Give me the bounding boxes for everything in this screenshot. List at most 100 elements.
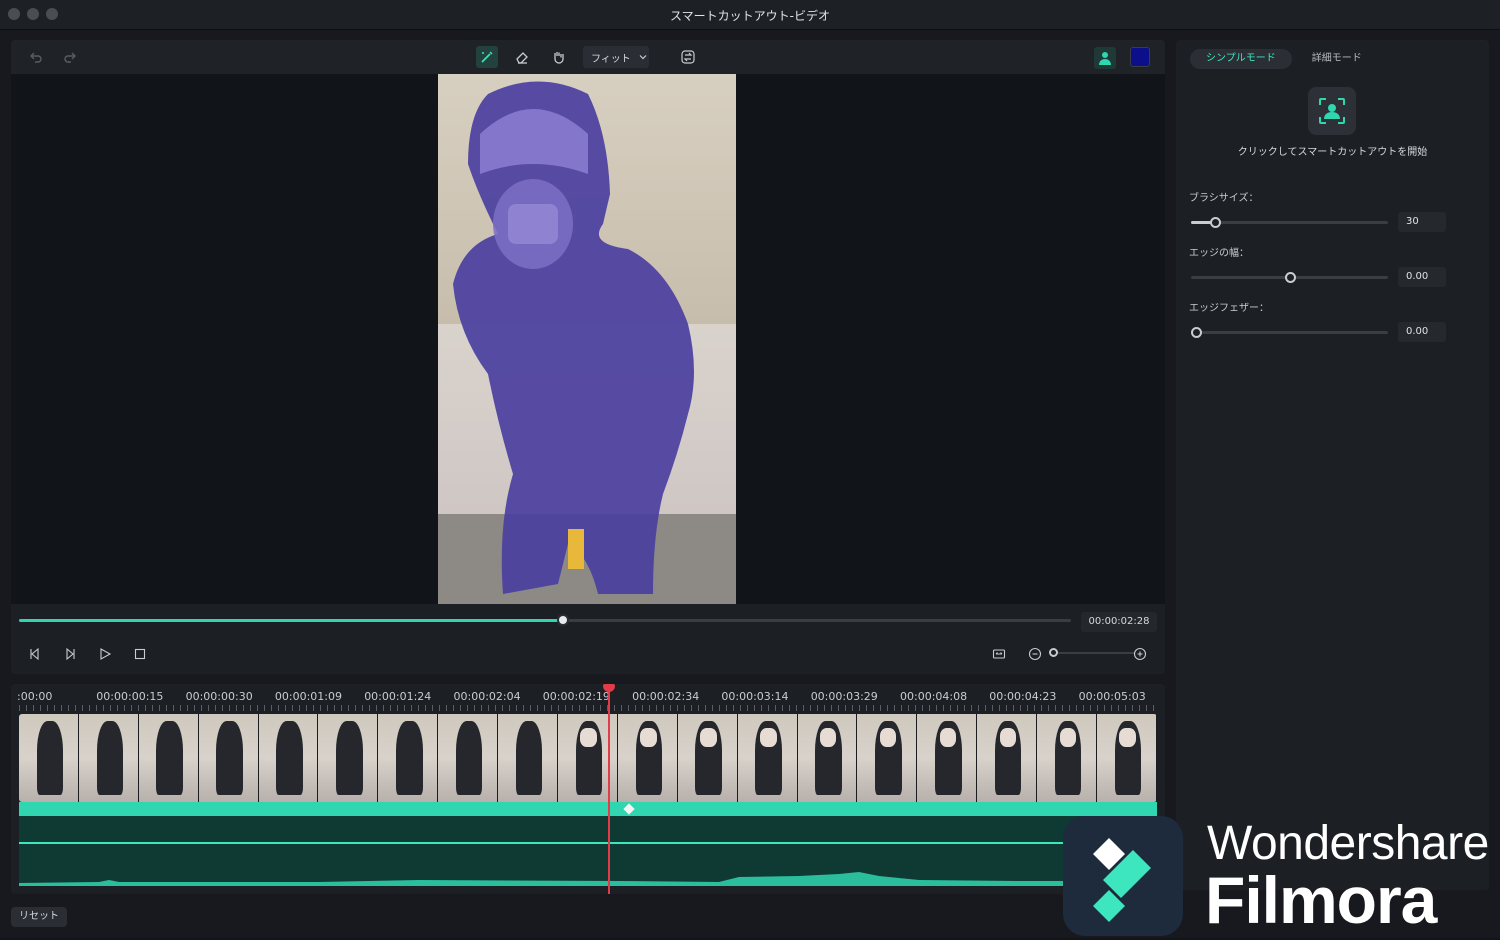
prev-frame-icon bbox=[30, 647, 39, 661]
swap-icon[interactable] bbox=[677, 46, 699, 68]
brush-size-slider[interactable] bbox=[1191, 217, 1388, 228]
edge-width-label: エッジの幅： bbox=[1189, 248, 1249, 259]
edge-width-slider[interactable] bbox=[1191, 272, 1388, 283]
clip-thumbnail bbox=[258, 714, 319, 802]
brush-icon[interactable] bbox=[476, 46, 498, 68]
clip-thumbnail bbox=[318, 714, 379, 802]
next-frame-icon bbox=[66, 647, 75, 661]
ruler-label: 00:00:03:29 bbox=[810, 690, 878, 703]
clip-thumbnail bbox=[198, 714, 259, 802]
clip-thumbnail bbox=[19, 714, 79, 802]
clip-thumbnail bbox=[438, 714, 499, 802]
clip-thumbnail bbox=[1097, 714, 1157, 802]
ruler-label: 00:00:01:09 bbox=[274, 690, 342, 703]
preview-canvas[interactable] bbox=[11, 74, 1165, 604]
mode-tabs: シンプルモード 詳細モード bbox=[1190, 49, 1378, 69]
filmora-watermark: Wondershare Filmora bbox=[1063, 816, 1500, 938]
chevron-down-icon bbox=[639, 55, 647, 60]
ruler-ticks bbox=[19, 705, 1157, 711]
mask-color-swatch[interactable] bbox=[1130, 47, 1150, 67]
preview-toolbar: フィット bbox=[11, 40, 1165, 74]
ruler-label: 00:00:00:30 bbox=[185, 690, 253, 703]
next-frame-button[interactable] bbox=[60, 644, 80, 664]
zoom-out-icon bbox=[1028, 647, 1042, 661]
timeline-ruler[interactable]: :00:00 00:00:00:15 00:00:00:30 00:00:01:09 0… bbox=[17, 688, 1157, 712]
ruler-label: 00:00:02:04 bbox=[453, 690, 521, 703]
clip-thumbnail bbox=[677, 714, 738, 802]
fit-timeline-icon bbox=[992, 649, 1006, 659]
brush-size-handle[interactable] bbox=[1210, 217, 1221, 228]
window-title: スマートカットアウト-ビデオ bbox=[670, 9, 830, 23]
zoom-slider-handle[interactable] bbox=[1049, 648, 1058, 657]
tab-advanced-mode[interactable]: 詳細モード bbox=[1296, 49, 1378, 69]
fit-label: フィット bbox=[591, 53, 631, 65]
clip-thumbnail bbox=[78, 714, 139, 802]
settings-panel: シンプルモード 詳細モード クリックしてスマートカットアウトを開始 ブラシサイズ… bbox=[1176, 40, 1489, 890]
volume-line[interactable] bbox=[19, 842, 1157, 844]
stop-icon bbox=[134, 648, 146, 660]
reset-button[interactable]: リセット bbox=[11, 907, 67, 927]
playback-scrubber[interactable] bbox=[19, 614, 1071, 626]
stop-button[interactable] bbox=[130, 644, 150, 664]
current-timecode: 00:00:02:28 bbox=[1081, 612, 1157, 632]
app-window: スマートカットアウト-ビデオ フィット 00:00:02:28:00:00 0… bbox=[0, 0, 1500, 938]
video-clip[interactable] bbox=[19, 714, 1157, 802]
smart-cutout-label: クリックしてスマートカットアウトを開始 bbox=[1237, 147, 1428, 158]
filmora-logo-icon bbox=[1063, 816, 1183, 936]
zoom-in-icon bbox=[1133, 647, 1147, 661]
clip-thumbnail bbox=[498, 714, 559, 802]
fit-timeline-button[interactable] bbox=[989, 644, 1009, 664]
clip-thumbnail bbox=[977, 714, 1038, 802]
audio-track[interactable] bbox=[19, 816, 1157, 886]
clip-thumbnail bbox=[1037, 714, 1098, 802]
edge-width-fill bbox=[1191, 276, 1290, 279]
edge-feather-slider[interactable] bbox=[1191, 327, 1388, 338]
brush-size-label: ブラシサイズ： bbox=[1189, 193, 1259, 204]
play-icon bbox=[100, 648, 112, 660]
edge-feather-value[interactable]: 0.00 bbox=[1398, 322, 1446, 342]
hand-icon[interactable] bbox=[547, 46, 569, 68]
scrubber-handle[interactable] bbox=[557, 614, 569, 626]
audio-waveform bbox=[19, 872, 1157, 886]
playhead[interactable] bbox=[608, 684, 610, 894]
zoom-slider[interactable] bbox=[1053, 652, 1135, 654]
redo-icon[interactable] bbox=[59, 46, 81, 68]
ruler-label: 00:00:04:08 bbox=[900, 690, 968, 703]
eraser-icon[interactable] bbox=[511, 46, 533, 68]
edge-width-value[interactable]: 0.00 bbox=[1398, 267, 1446, 287]
ruler-label: 00:00:03:14 bbox=[721, 690, 789, 703]
timeline-panel[interactable]: :00:00 00:00:00:15 00:00:00:30 00:00:01:09 0… bbox=[11, 684, 1165, 894]
edge-width-handle[interactable] bbox=[1285, 272, 1296, 283]
ruler-label: 00:00:05:03 bbox=[1078, 690, 1146, 703]
ruler-label: 00:00:02:34 bbox=[632, 690, 700, 703]
title-bar: スマートカットアウト-ビデオ bbox=[0, 0, 1500, 30]
clip-thumbnail bbox=[617, 714, 678, 802]
smart-cutout-icon bbox=[1319, 98, 1345, 124]
zoom-out-button[interactable] bbox=[1025, 644, 1045, 664]
edge-feather-handle[interactable] bbox=[1191, 327, 1202, 338]
ruler-label: :00:00 bbox=[17, 690, 53, 703]
ruler-label: 00:00:01:24 bbox=[364, 690, 432, 703]
mask-track[interactable] bbox=[19, 802, 1157, 816]
clip-thumbnail bbox=[857, 714, 918, 802]
clip-thumbnail bbox=[138, 714, 199, 802]
brush-size-value[interactable]: 30 bbox=[1398, 212, 1446, 232]
smart-cutout-button[interactable] bbox=[1308, 87, 1356, 135]
clip-thumbnail bbox=[797, 714, 858, 802]
video-frame bbox=[438, 74, 736, 604]
clip-thumbnail bbox=[917, 714, 978, 802]
brand-wordmark-bottom: Filmora bbox=[1205, 863, 1437, 937]
edge-feather-label: エッジフェザー： bbox=[1189, 303, 1269, 314]
zoom-in-button[interactable] bbox=[1130, 644, 1150, 664]
play-button[interactable] bbox=[95, 644, 115, 664]
clip-thumbnail bbox=[378, 714, 439, 802]
fit-dropdown[interactable]: フィット bbox=[583, 46, 649, 68]
prev-frame-button[interactable] bbox=[25, 644, 45, 664]
tab-simple-mode[interactable]: シンプルモード bbox=[1190, 49, 1292, 69]
clip-thumbnail bbox=[737, 714, 798, 802]
ruler-label: 00:00:02:19 bbox=[542, 690, 610, 703]
preview-panel: フィット 00:00:02:28 bbox=[11, 40, 1165, 674]
undo-icon[interactable] bbox=[25, 46, 47, 68]
person-icon[interactable] bbox=[1094, 47, 1116, 69]
scrubber-progress bbox=[19, 619, 563, 622]
